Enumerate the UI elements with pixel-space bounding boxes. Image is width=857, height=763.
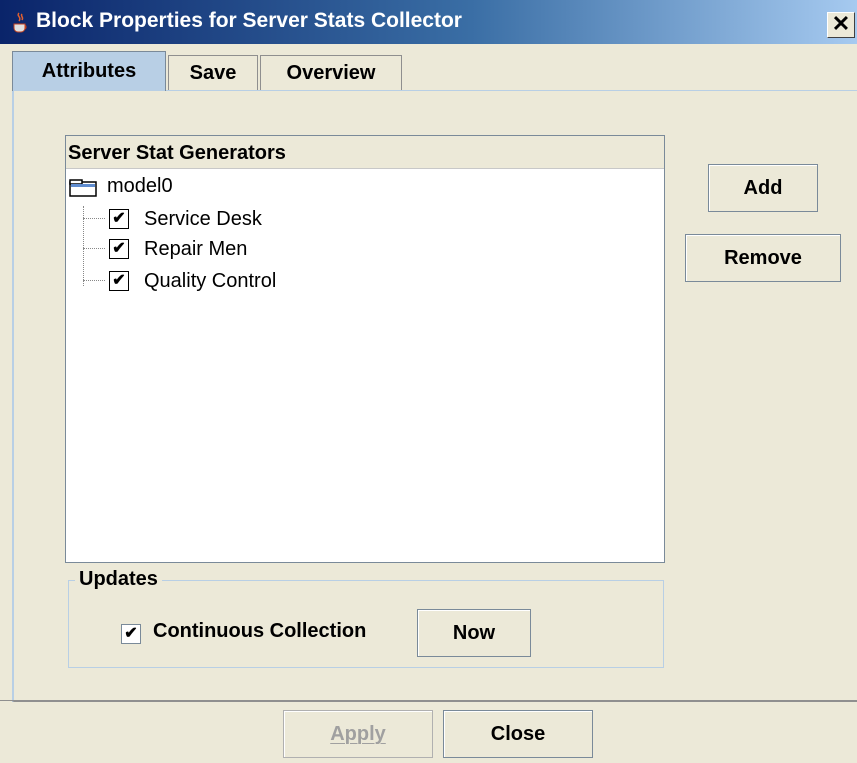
close-button[interactable]: Close <box>443 710 593 758</box>
window-title: Block Properties for Server Stats Collec… <box>36 9 462 32</box>
updates-group-title: Updates <box>75 568 162 591</box>
continuous-collection-label: Continuous Collection <box>153 620 367 642</box>
tree-header: Server Stat Generators <box>66 136 664 169</box>
repair-men-checkbox[interactable]: ✔ <box>109 239 129 259</box>
tab-overview[interactable]: Overview <box>260 55 402 90</box>
folder-icon <box>69 179 97 197</box>
quality-control-checkbox[interactable]: ✔ <box>109 271 129 291</box>
tab-save[interactable]: Save <box>168 55 258 90</box>
apply-button[interactable]: Apply <box>283 710 433 758</box>
java-cup-icon <box>13 12 27 33</box>
tree-root-label: model0 <box>107 175 173 197</box>
close-icon: ✕ <box>831 11 851 36</box>
tree-item-label: Quality Control <box>144 270 277 292</box>
close-button-label: Close <box>490 723 546 745</box>
server-stat-generators-tree[interactable]: Server Stat Generators model0 ✔ Service … <box>65 135 665 563</box>
service-desk-checkbox[interactable]: ✔ <box>109 209 129 229</box>
title-bar: Block Properties for Server Stats Collec… <box>0 0 857 44</box>
tree-item-label: Service Desk <box>144 208 262 230</box>
remove-button[interactable]: Remove <box>685 234 841 282</box>
add-button[interactable]: Add <box>708 164 818 212</box>
tree-item-label: Repair Men <box>144 238 248 260</box>
now-button[interactable]: Now <box>417 609 531 657</box>
footer-divider <box>0 700 857 701</box>
tree-branch <box>83 248 105 249</box>
close-window-button[interactable]: ✕ <box>827 12 855 38</box>
apply-button-label: Apply <box>330 723 386 745</box>
tree-branch <box>83 218 105 219</box>
continuous-collection-checkbox[interactable]: ✔ <box>121 624 141 644</box>
tree-branch <box>83 280 105 281</box>
tab-attributes[interactable]: Attributes <box>12 51 166 91</box>
